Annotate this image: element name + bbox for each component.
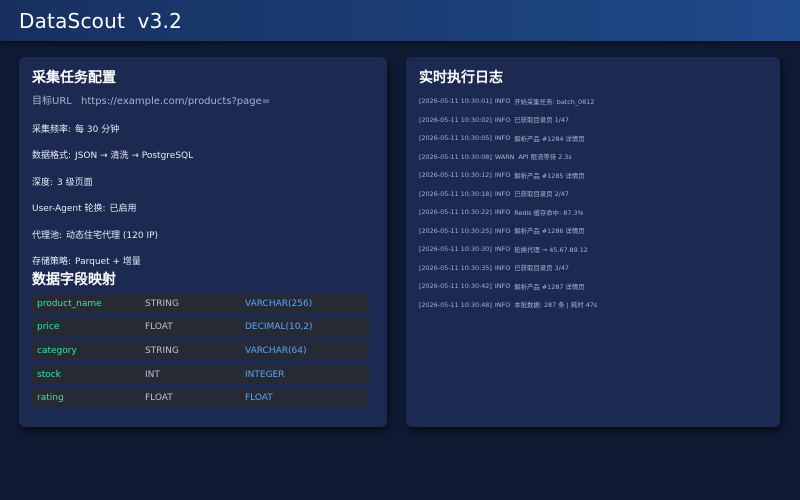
log-level: INFO bbox=[494, 300, 511, 309]
config-row-depth: 深度: 3 级页面 bbox=[32, 168, 372, 195]
log-line: [2026-05-11 10:30:01] INFO 开始采集任务: batch… bbox=[419, 92, 771, 111]
log-message: 解析产品 #1286 详情页 bbox=[514, 227, 585, 236]
field-type: FLOAT bbox=[145, 322, 173, 333]
field-name: category bbox=[37, 345, 77, 356]
log-message: 已获取目录页 1/47 bbox=[514, 116, 569, 125]
config-row-format: 数据格式: JSON → 清洗 → PostgreSQL bbox=[32, 142, 372, 169]
log-timestamp: [2026-05-11 10:30:48] bbox=[419, 300, 492, 309]
log-line: [2026-05-11 10:30:18] INFO 已获取目录页 2/47 bbox=[419, 185, 771, 204]
table-row[interactable]: category STRING VARCHAR(64) bbox=[32, 341, 369, 361]
config-list: 采集频率: 每 30 分钟 数据格式: JSON → 清洗 → PostgreS… bbox=[32, 115, 372, 274]
log-level: INFO bbox=[494, 226, 511, 235]
log-message: 本批数据: 287 条 | 耗时 47s bbox=[514, 301, 598, 310]
log-timestamp: [2026-05-11 10:30:02] bbox=[419, 115, 492, 124]
target-url[interactable]: 目标URL https://example.com/products?page= bbox=[32, 92, 270, 107]
log-list[interactable]: [2026-05-11 10:30:01] INFO 开始采集任务: batch… bbox=[419, 92, 771, 314]
config-key: User-Agent 轮换: bbox=[32, 204, 106, 215]
config-key: 数据格式: bbox=[32, 151, 72, 162]
log-timestamp: [2026-05-11 10:30:18] bbox=[419, 189, 492, 198]
table-row[interactable]: product_name STRING VARCHAR(256) bbox=[32, 294, 369, 313]
log-level: INFO bbox=[494, 263, 511, 272]
field-name: price bbox=[37, 322, 60, 333]
log-line: [2026-05-11 10:30:42] INFO 解析产品 #1287 详情… bbox=[419, 277, 771, 296]
target-url-value: https://example.com/products?page= bbox=[81, 96, 271, 107]
db-type: VARCHAR(64) bbox=[245, 345, 307, 356]
db-type: INTEGER bbox=[245, 369, 285, 380]
log-message: 解析产品 #1284 详情页 bbox=[514, 134, 585, 143]
log-line: [2026-05-11 10:30:05] INFO 解析产品 #1284 详情… bbox=[419, 129, 771, 148]
log-line: [2026-05-11 10:30:35] INFO 已获取目录页 3/47 bbox=[419, 259, 771, 278]
log-timestamp: [2026-05-11 10:30:30] bbox=[419, 245, 492, 254]
field-name: stock bbox=[37, 369, 61, 380]
log-line: [2026-05-11 10:30:12] INFO 解析产品 #1285 详情… bbox=[419, 166, 771, 185]
config-key: 深度: bbox=[32, 177, 54, 188]
log-timestamp: [2026-05-11 10:30:25] bbox=[419, 226, 492, 235]
db-type: VARCHAR(256) bbox=[245, 298, 313, 309]
log-message: 轮换代理 → 45.67.89.12 bbox=[514, 245, 588, 254]
log-line: [2026-05-11 10:30:25] INFO 解析产品 #1286 详情… bbox=[419, 222, 771, 241]
config-row-proxy: 代理池: 动态住宅代理 (120 IP) bbox=[32, 221, 372, 248]
log-line: [2026-05-11 10:30:48] INFO 本批数据: 287 条 |… bbox=[419, 296, 771, 315]
log-level: INFO bbox=[494, 245, 511, 254]
table-row[interactable]: rating FLOAT FLOAT bbox=[32, 388, 369, 408]
log-line: [2026-05-11 10:30:30] INFO 轮换代理 → 45.67.… bbox=[419, 240, 771, 259]
log-timestamp: [2026-05-11 10:30:05] bbox=[419, 134, 492, 143]
table-row[interactable]: stock INT INTEGER bbox=[32, 365, 369, 385]
log-line: [2026-05-11 10:30:02] INFO 已获取目录页 1/47 bbox=[419, 111, 771, 130]
log-line: [2026-05-11 10:30:08] WARN API 限流等待 2.3s bbox=[419, 148, 771, 167]
log-message: Redis 缓存命中: 87.3% bbox=[514, 208, 584, 217]
config-key: 存储策略: bbox=[32, 257, 72, 268]
log-message: 开始采集任务: batch_0812 bbox=[514, 97, 595, 106]
field-type: STRING bbox=[145, 298, 179, 309]
log-timestamp: [2026-05-11 10:30:42] bbox=[419, 282, 492, 291]
config-value: 动态住宅代理 (120 IP) bbox=[66, 230, 159, 241]
config-row-frequency: 采集频率: 每 30 分钟 bbox=[32, 115, 372, 142]
log-level: WARN bbox=[494, 152, 515, 161]
field-name: rating bbox=[37, 393, 64, 404]
config-value: JSON → 清洗 → PostgreSQL bbox=[75, 151, 194, 162]
log-message: API 限流等待 2.3s bbox=[518, 153, 572, 162]
log-level: INFO bbox=[494, 282, 511, 291]
field-type: INT bbox=[145, 369, 160, 380]
log-level: INFO bbox=[494, 208, 511, 217]
log-message: 已获取目录页 2/47 bbox=[514, 190, 569, 199]
log-level: INFO bbox=[494, 189, 511, 198]
config-row-user-agent: User-Agent 轮换: 已启用 bbox=[32, 195, 372, 222]
config-value: 每 30 分钟 bbox=[75, 124, 120, 135]
config-title: 采集任务配置 bbox=[32, 70, 116, 86]
log-level: INFO bbox=[494, 97, 511, 106]
mapping-table: product_name STRING VARCHAR(256) price F… bbox=[32, 294, 369, 412]
app-title: DataScout v3.2 bbox=[19, 8, 182, 33]
log-level: INFO bbox=[494, 115, 511, 124]
log-title: 实时执行日志 bbox=[419, 70, 503, 86]
log-message: 已获取目录页 3/47 bbox=[514, 264, 569, 273]
config-key: 代理池: bbox=[32, 230, 63, 241]
log-timestamp: [2026-05-11 10:30:01] bbox=[419, 97, 492, 106]
table-row[interactable]: price FLOAT DECIMAL(10,2) bbox=[32, 317, 369, 337]
log-timestamp: [2026-05-11 10:30:22] bbox=[419, 208, 492, 217]
config-value: 3 级页面 bbox=[57, 177, 93, 188]
log-timestamp: [2026-05-11 10:30:35] bbox=[419, 263, 492, 272]
field-type: STRING bbox=[145, 345, 179, 356]
db-type: FLOAT bbox=[245, 393, 273, 404]
log-line: [2026-05-11 10:30:22] INFO Redis 缓存命中: 8… bbox=[419, 203, 771, 222]
config-value: 已启用 bbox=[109, 204, 137, 215]
target-url-label: 目标URL bbox=[32, 96, 72, 107]
log-timestamp: [2026-05-11 10:30:12] bbox=[419, 171, 492, 180]
app-header: DataScout v3.2 bbox=[0, 0, 800, 41]
config-panel: 采集任务配置 目标URL https://example.com/product… bbox=[19, 57, 387, 427]
db-type: DECIMAL(10,2) bbox=[245, 322, 313, 333]
config-key: 采集频率: bbox=[32, 124, 72, 135]
log-level: INFO bbox=[494, 171, 511, 180]
config-value: Parquet + 增量 bbox=[75, 257, 141, 268]
mapping-title: 数据字段映射 bbox=[32, 272, 116, 288]
log-panel: 实时执行日志 [2026-05-11 10:30:01] INFO 开始采集任务… bbox=[406, 57, 780, 427]
log-message: 解析产品 #1285 详情页 bbox=[514, 171, 585, 180]
log-level: INFO bbox=[494, 134, 511, 143]
log-timestamp: [2026-05-11 10:30:08] bbox=[419, 152, 492, 161]
log-message: 解析产品 #1287 详情页 bbox=[514, 282, 585, 291]
field-type: FLOAT bbox=[145, 393, 173, 404]
field-name: product_name bbox=[37, 298, 102, 309]
